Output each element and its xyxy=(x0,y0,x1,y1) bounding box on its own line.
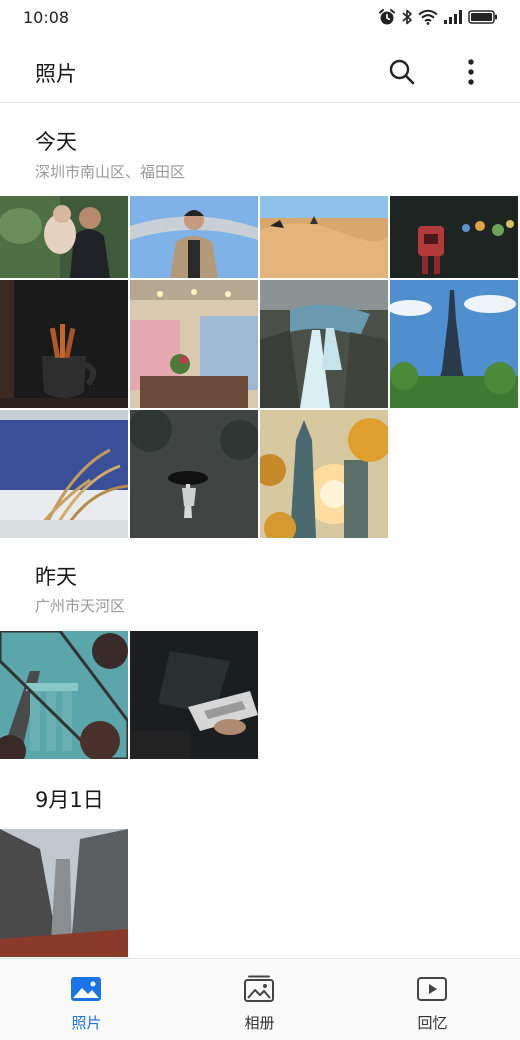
photo-thumbnail[interactable] xyxy=(0,410,128,538)
photo-thumbnail[interactable] xyxy=(260,410,388,538)
play-video-icon xyxy=(417,977,447,1001)
status-bar: 10:08 xyxy=(0,0,520,36)
search-icon xyxy=(389,59,415,85)
signal-icon xyxy=(444,10,462,24)
search-button[interactable] xyxy=(382,52,422,92)
page-title: 照片 xyxy=(35,62,77,86)
section-location-yesterday: 广州市天河区 xyxy=(35,597,126,615)
app-bar: 照片 xyxy=(0,44,520,102)
photo-thumbnail[interactable] xyxy=(0,196,128,278)
photo-thumbnail[interactable] xyxy=(0,829,128,957)
section-title-yesterday: 昨天 xyxy=(35,565,77,589)
photo-thumbnail[interactable] xyxy=(0,631,128,759)
photo-thumbnail[interactable] xyxy=(260,196,388,278)
nav-tab-albums[interactable]: 相册 xyxy=(173,959,346,1040)
photo-thumbnail[interactable] xyxy=(130,196,258,278)
status-icons xyxy=(378,8,498,26)
alarm-icon xyxy=(379,9,395,25)
section-location-today: 深圳市南山区、福田区 xyxy=(35,163,186,181)
wifi-icon xyxy=(418,9,438,25)
photo-thumbnail[interactable] xyxy=(260,280,388,408)
battery-icon xyxy=(468,10,497,24)
photo-icon xyxy=(71,977,101,1001)
bluetooth-icon xyxy=(402,9,412,25)
photo-thumbnail[interactable] xyxy=(130,631,258,759)
photo-thumbnail[interactable] xyxy=(390,280,518,408)
photo-thumbnail[interactable] xyxy=(130,410,258,538)
nav-label-photos: 照片 xyxy=(71,1014,102,1032)
nav-tab-memories[interactable]: 回忆 xyxy=(346,959,519,1040)
photo-thumbnail[interactable] xyxy=(390,196,518,278)
section-title-today: 今天 xyxy=(35,130,77,154)
nav-label-albums: 相册 xyxy=(244,1014,275,1032)
more-vertical-icon xyxy=(468,59,474,85)
status-time: 10:08 xyxy=(23,8,70,27)
bottom-navigation: 照片 相册 回忆 xyxy=(0,958,520,1040)
photo-thumbnail[interactable] xyxy=(130,280,258,408)
photo-thumbnail[interactable] xyxy=(0,280,128,408)
nav-tab-photos[interactable]: 照片 xyxy=(0,959,173,1040)
nav-label-memories: 回忆 xyxy=(417,1014,448,1032)
album-icon xyxy=(244,975,274,1002)
more-options-button[interactable] xyxy=(451,52,491,92)
section-title-sep-1: 9月1日 xyxy=(35,788,104,812)
appbar-divider xyxy=(0,102,520,103)
